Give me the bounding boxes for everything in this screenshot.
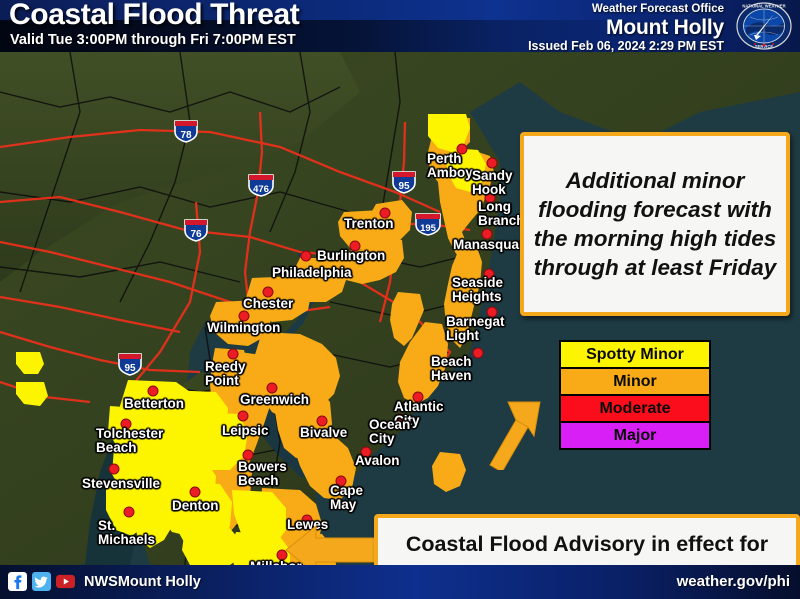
city-label: Denton <box>172 498 219 513</box>
legend-row-minor: Minor <box>561 369 709 396</box>
footer-bar: NWSMount Holly weather.gov/phi <box>0 565 800 599</box>
office-name: Mount Holly <box>606 16 724 39</box>
callout-flood-advisory-text: Coastal Flood Advisory in effect for Wed… <box>405 532 769 565</box>
shield-i76: 76 <box>183 218 209 242</box>
city-label: St. Michaels <box>98 518 156 547</box>
legend-row-moderate: Moderate <box>561 396 709 423</box>
city-dot <box>123 506 135 518</box>
svg-text:476: 476 <box>253 184 269 195</box>
legend-label: Moderate <box>599 400 671 417</box>
city-label: Long Branch <box>478 199 525 228</box>
city-label: Burlington <box>317 248 386 263</box>
city-dot <box>147 385 159 397</box>
nws-seal-icon: NATIONAL WEATHER SERVICE <box>736 2 792 50</box>
header-bar: Coastal Flood Threat Valid Tue 3:00PM th… <box>0 0 800 54</box>
callout-flood-advisory: Coastal Flood Advisory in effect for Wed… <box>374 514 800 565</box>
facebook-icon[interactable] <box>8 572 27 591</box>
shield-i95-north: 95 <box>391 170 417 194</box>
page-title: Coastal Flood Threat <box>9 0 300 31</box>
office-block: Weather Forecast Office Mount Holly Issu… <box>528 3 724 54</box>
svg-text:78: 78 <box>180 130 192 141</box>
city-label: Philadelphia <box>272 265 352 280</box>
city-label: Chester <box>243 296 294 311</box>
callout-additional-flooding-text: Additional minor flooding forecast with … <box>533 168 777 280</box>
office-label: Weather Forecast Office <box>591 3 724 15</box>
legend-label: Major <box>613 427 657 444</box>
city-label: Bowers Beach <box>238 459 287 488</box>
city-label: Trenton <box>344 216 394 231</box>
svg-text:195: 195 <box>420 223 437 234</box>
legend-label: Minor <box>613 373 657 390</box>
coastal-flood-threat-graphic: 78 476 76 95 195 95 Perth Amboy Sandy Ho… <box>0 0 800 599</box>
svg-text:95: 95 <box>398 181 410 192</box>
city-dot <box>227 348 239 360</box>
shield-i95-south: 95 <box>117 352 143 376</box>
social-links[interactable]: NWSMount Holly <box>8 572 201 591</box>
shield-i476: 476 <box>247 173 274 197</box>
svg-text:NATIONAL WEATHER: NATIONAL WEATHER <box>742 4 785 9</box>
city-label: Perth Amboy <box>427 151 473 180</box>
city-label: Betterton <box>124 396 184 411</box>
legend-row-spotty-minor: Spotty Minor <box>561 342 709 369</box>
svg-text:76: 76 <box>190 229 202 240</box>
issued-time-text: Issued Feb 06, 2024 2:29 PM EST <box>528 39 724 53</box>
city-dot <box>237 410 249 422</box>
city-dot <box>486 157 498 169</box>
twitter-icon[interactable] <box>32 572 51 591</box>
youtube-icon[interactable] <box>56 572 75 591</box>
social-handle-text: NWSMount Holly <box>84 573 201 590</box>
svg-text:95: 95 <box>124 363 136 374</box>
website-link[interactable]: weather.gov/phi <box>677 573 790 590</box>
city-dot <box>189 486 201 498</box>
city-label: Greenwich <box>240 392 310 407</box>
city-label: Bivalve <box>300 425 348 440</box>
city-label: Leipsic <box>222 423 269 438</box>
city-dot <box>300 250 312 262</box>
city-label: Stevensville <box>82 476 161 491</box>
shield-i78: 78 <box>173 119 199 143</box>
city-label: Tolchester Beach <box>96 426 164 455</box>
flood-severity-legend: Spotty Minor Minor Moderate Major <box>559 340 711 450</box>
city-label: Ocean City <box>369 417 411 446</box>
city-label: Manasquan <box>453 237 528 252</box>
legend-row-major: Major <box>561 423 709 448</box>
city-label: Reedy Point <box>205 359 246 388</box>
valid-time-text: Valid Tue 3:00PM through Fri 7:00PM EST <box>10 32 296 48</box>
map-panel[interactable]: 78 476 76 95 195 95 Perth Amboy Sandy Ho… <box>0 52 800 565</box>
legend-label: Spotty Minor <box>586 346 684 363</box>
callout-additional-flooding: Additional minor flooding forecast with … <box>520 132 790 316</box>
city-label: Cape May <box>330 483 364 512</box>
city-label: Sandy Hook <box>472 168 513 197</box>
city-dot <box>108 463 120 475</box>
city-label: Wilmington <box>207 320 281 335</box>
city-label: Avalon <box>355 453 400 468</box>
shield-i195: 195 <box>414 212 441 236</box>
